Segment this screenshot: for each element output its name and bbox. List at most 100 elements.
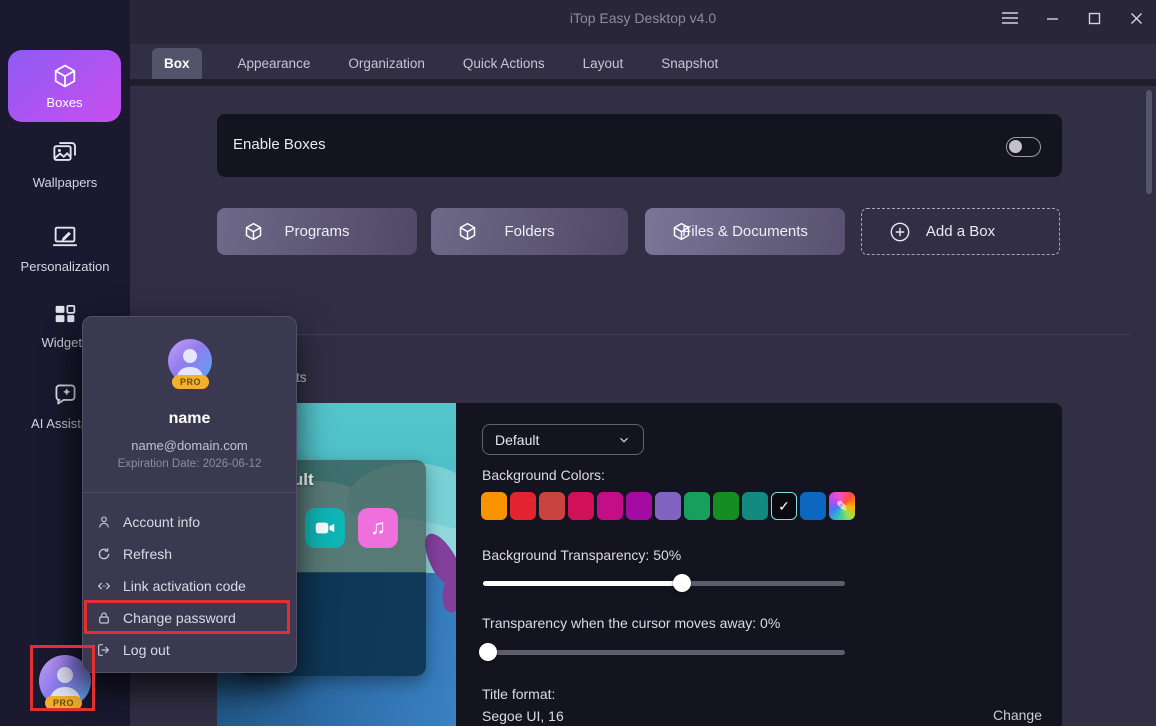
video-camera-icon [305,508,345,548]
slider-fill [483,581,682,586]
enable-boxes-toggle[interactable] [1006,137,1041,157]
menu-item-label: Account info [123,514,200,530]
sidebar-item-wallpapers[interactable]: Wallpapers [0,138,130,190]
color-swatch-row: ✓ ✎ [481,492,855,520]
menu-item-label: Refresh [123,546,172,562]
pen-icon: ✎ [836,498,848,515]
color-swatch[interactable] [568,492,594,520]
widgets-icon [51,300,79,328]
custom-color-picker-swatch[interactable]: ✎ [829,492,855,520]
enable-boxes-label: Enable Boxes [233,136,326,153]
check-icon: ✓ [778,498,790,515]
music-icon: ♫ [358,508,398,548]
slider-thumb[interactable] [479,643,497,661]
box-button-label: Folders [504,223,554,240]
menu-hamburger-icon[interactable] [998,6,1022,30]
account-email: name@domain.com [83,438,296,453]
cube-icon [243,221,264,242]
title-format-value: Segoe UI, 16 [482,708,564,724]
background-transparency-slider[interactable] [483,574,845,592]
background-colors-label: Background Colors: [482,467,605,483]
cursor-transparency-slider[interactable] [483,643,845,661]
lock-icon [96,610,112,626]
tab-quick-actions[interactable]: Quick Actions [461,48,547,79]
title-format-label: Title format: [482,686,555,702]
tab-appearance[interactable]: Appearance [236,48,313,79]
menu-item-label: Log out [123,642,170,658]
color-swatch[interactable] [800,492,826,520]
menu-item-account-info[interactable]: Account info [83,506,296,538]
add-a-box-button[interactable]: Add a Box [861,208,1060,255]
cube-icon [671,221,692,242]
person-icon [96,514,112,530]
menu-item-label: Link activation code [123,578,246,594]
tab-organization[interactable]: Organization [346,48,427,79]
add-box-label: Add a Box [926,223,995,240]
color-swatch[interactable] [597,492,623,520]
skin-dropdown-value: Default [495,432,539,448]
personalization-icon [50,222,80,252]
color-swatch-selected[interactable]: ✓ [771,492,797,520]
wallpapers-icon [50,138,80,168]
section-label-fragment: ts [296,370,307,385]
section-divider [217,334,1130,335]
sidebar-item-personalization[interactable]: Personalization [0,222,130,274]
account-expiration: Expiration Date: 2026-06-12 [83,458,296,470]
cursor-transparency-label: Transparency when the cursor moves away:… [482,615,780,631]
cube-icon [457,221,478,242]
color-swatch[interactable] [626,492,652,520]
color-swatch[interactable] [510,492,536,520]
color-swatch[interactable] [684,492,710,520]
popup-divider [83,492,296,493]
slider-thumb[interactable] [673,574,691,592]
color-swatch[interactable] [742,492,768,520]
box-button-label: Programs [284,223,349,240]
account-popup: PRO name name@domain.com Expiration Date… [82,316,297,673]
tab-box[interactable]: Box [152,48,202,79]
logout-icon [96,642,112,658]
pro-badge: PRO [172,375,209,389]
menu-item-link-activation-code[interactable]: Link activation code [83,570,296,602]
chevron-down-icon [617,433,631,447]
minimize-button[interactable] [1040,6,1064,30]
refresh-icon [96,546,112,562]
sidebar-item-label: Personalization [21,259,110,274]
color-swatch[interactable] [713,492,739,520]
close-button[interactable] [1124,6,1148,30]
pro-badge: PRO [45,696,82,710]
tab-bar: Box Appearance Organization Quick Action… [152,48,720,79]
account-menu: Account info Refresh Link activation cod… [83,506,296,666]
slider-track [483,650,845,655]
tab-layout[interactable]: Layout [581,48,626,79]
titlebar: iTop Easy Desktop v4.0 [130,0,1156,44]
change-font-link[interactable]: Change [993,707,1042,723]
menu-item-refresh[interactable]: Refresh [83,538,296,570]
code-brackets-icon [96,578,112,594]
box-button-files-documents[interactable]: Files & Documents [645,208,845,255]
box-button-label: Files & Documents [682,223,808,240]
vertical-scrollbar-thumb[interactable] [1146,90,1152,194]
sidebar-item-label: Boxes [46,95,82,110]
maximize-button[interactable] [1082,6,1106,30]
cube-icon [51,62,79,90]
box-button-programs[interactable]: Programs [217,208,417,255]
plus-circle-icon [888,220,912,244]
menu-item-change-password[interactable]: Change password [83,602,296,634]
background-transparency-label: Background Transparency: 50% [482,547,681,563]
color-swatch[interactable] [481,492,507,520]
sidebar-item-label: Wallpapers [33,175,98,190]
box-button-folders[interactable]: Folders [431,208,628,255]
box-appearance-settings-panel: Default Background Colors: ✓ ✎ Backgroun… [456,403,1062,726]
skin-dropdown[interactable]: Default [482,424,644,455]
color-swatch[interactable] [539,492,565,520]
enable-boxes-panel: Enable Boxes [217,114,1062,177]
tabbar-underline [130,79,1156,86]
account-name: name [83,410,296,428]
menu-item-log-out[interactable]: Log out [83,634,296,666]
ai-assistant-icon [51,380,80,409]
menu-item-label: Change password [123,610,236,626]
sidebar-item-boxes[interactable]: Boxes [8,50,121,122]
toggle-knob [1009,140,1022,153]
tab-snapshot[interactable]: Snapshot [659,48,720,79]
color-swatch[interactable] [655,492,681,520]
